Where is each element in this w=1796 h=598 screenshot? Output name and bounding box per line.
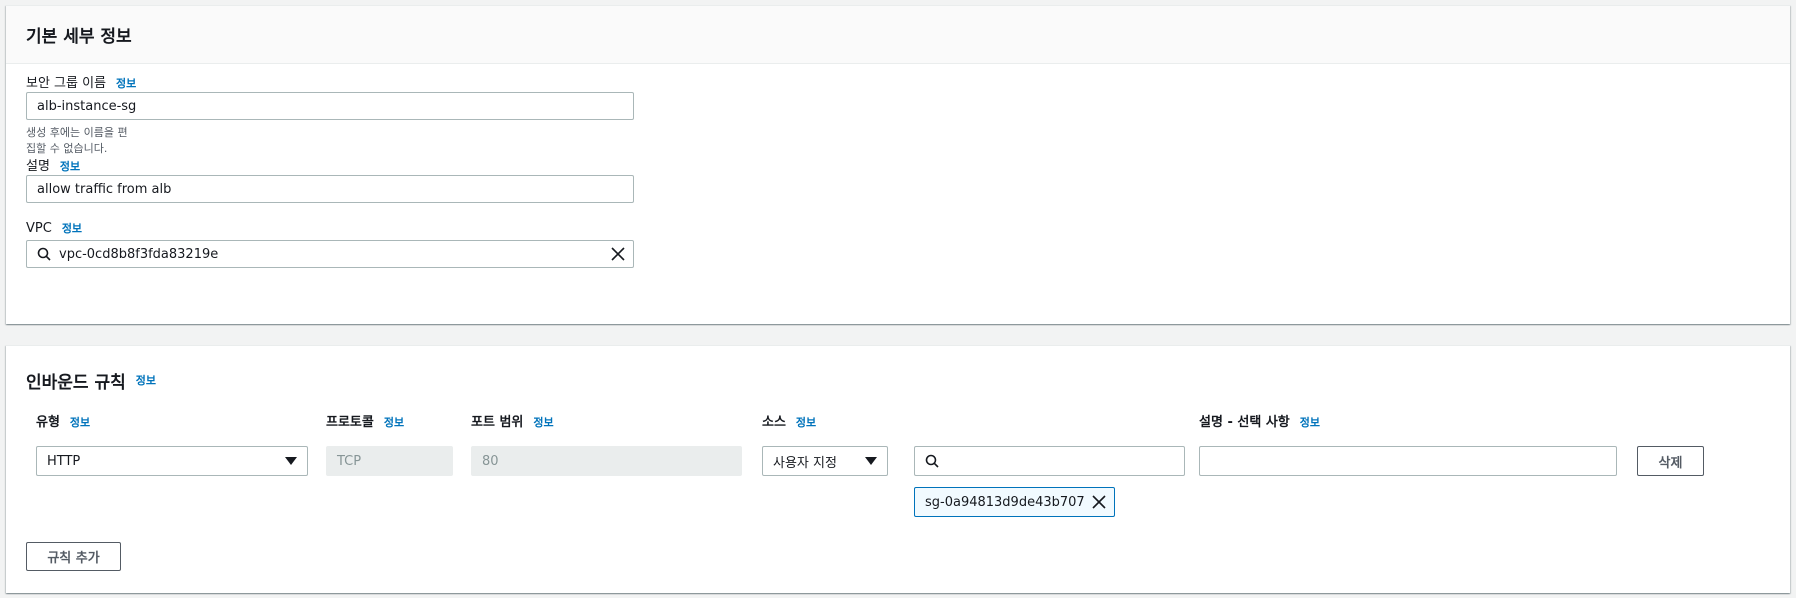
delete-rule-button[interactable]: 삭제: [1637, 446, 1704, 476]
caret-down-icon: [285, 457, 297, 465]
panel-title: 기본 세부 정보: [26, 27, 132, 47]
inbound-rules-panel: 인바운드 규칙 정보 유형 정보 프로토콜 정보 포트 범위 정보 소스 정보 …: [6, 345, 1790, 593]
sg-name-input[interactable]: alb-instance-sg: [26, 92, 634, 120]
description-column-header: 설명 - 선택 사항 정보: [1199, 411, 1320, 430]
inbound-info-link[interactable]: 정보: [136, 372, 156, 388]
search-icon: [37, 247, 51, 261]
source-mode-select[interactable]: 사용자 지정: [762, 446, 888, 476]
search-icon: [925, 454, 939, 468]
port-label: 포트 범위: [471, 415, 524, 430]
rule-description-label: 설명 - 선택 사항: [1199, 415, 1290, 430]
type-info-link[interactable]: 정보: [70, 414, 90, 430]
type-value: HTTP: [47, 453, 81, 469]
source-token-label: sg-0a94813d9de43b707: [925, 494, 1085, 510]
description-info-link[interactable]: 정보: [60, 158, 80, 174]
port-info-link[interactable]: 정보: [533, 414, 553, 430]
basic-details-header: 기본 세부 정보: [6, 6, 1790, 64]
source-mode-value: 사용자 지정: [773, 455, 837, 471]
rule-description-input[interactable]: [1199, 446, 1617, 476]
panel-title: 인바운드 규칙: [26, 372, 126, 393]
sg-name-hint: 생성 후에는 이름을 편집할 수 없습니다.: [26, 126, 128, 155]
sg-name-info-link[interactable]: 정보: [116, 75, 136, 91]
type-label: 유형: [36, 415, 60, 430]
port-column-header: 포트 범위 정보: [471, 411, 554, 430]
vpc-select[interactable]: vpc-0cd8b8f3fda83219e: [26, 240, 634, 268]
vpc-info-link[interactable]: 정보: [62, 220, 82, 236]
vpc-value: vpc-0cd8b8f3fda83219e: [59, 246, 219, 262]
close-icon[interactable]: [1092, 495, 1106, 509]
source-label: 소스: [762, 415, 786, 430]
source-token: sg-0a94813d9de43b707: [914, 487, 1115, 517]
rule-description-info-link[interactable]: 정보: [1300, 414, 1320, 430]
port-value: 80: [482, 453, 499, 469]
protocol-info-link[interactable]: 정보: [384, 414, 404, 430]
description-field: 설명 정보 allow traffic from alb: [26, 155, 634, 203]
protocol-column-header: 프로토콜 정보: [326, 411, 404, 430]
description-label: 설명: [26, 159, 50, 174]
vpc-field: VPC 정보 vpc-0cd8b8f3fda83219e: [26, 220, 634, 268]
sg-name-label: 보안 그룹 이름: [26, 76, 107, 91]
basic-details-panel: 기본 세부 정보 보안 그룹 이름 정보 alb-instance-sg 생성 …: [6, 5, 1790, 324]
source-search-input[interactable]: [914, 446, 1185, 476]
caret-down-icon: [865, 457, 877, 465]
port-range-field: 80: [471, 446, 742, 476]
type-column-header: 유형 정보: [36, 411, 90, 430]
sg-name-field: 보안 그룹 이름 정보 alb-instance-sg 생성 후에는 이름을 편…: [26, 72, 634, 155]
source-info-link[interactable]: 정보: [796, 414, 816, 430]
protocol-value: TCP: [337, 453, 362, 469]
source-column-header: 소스 정보: [762, 411, 816, 430]
protocol-field: TCP: [326, 446, 453, 476]
inbound-rules-header: 인바운드 규칙 정보: [6, 346, 1790, 410]
add-rule-button[interactable]: 규칙 추가: [26, 542, 121, 571]
close-icon[interactable]: [611, 247, 625, 261]
type-select[interactable]: HTTP: [36, 446, 308, 476]
protocol-label: 프로토콜: [326, 415, 374, 430]
vpc-label: VPC: [26, 221, 52, 236]
description-input[interactable]: allow traffic from alb: [26, 175, 634, 203]
